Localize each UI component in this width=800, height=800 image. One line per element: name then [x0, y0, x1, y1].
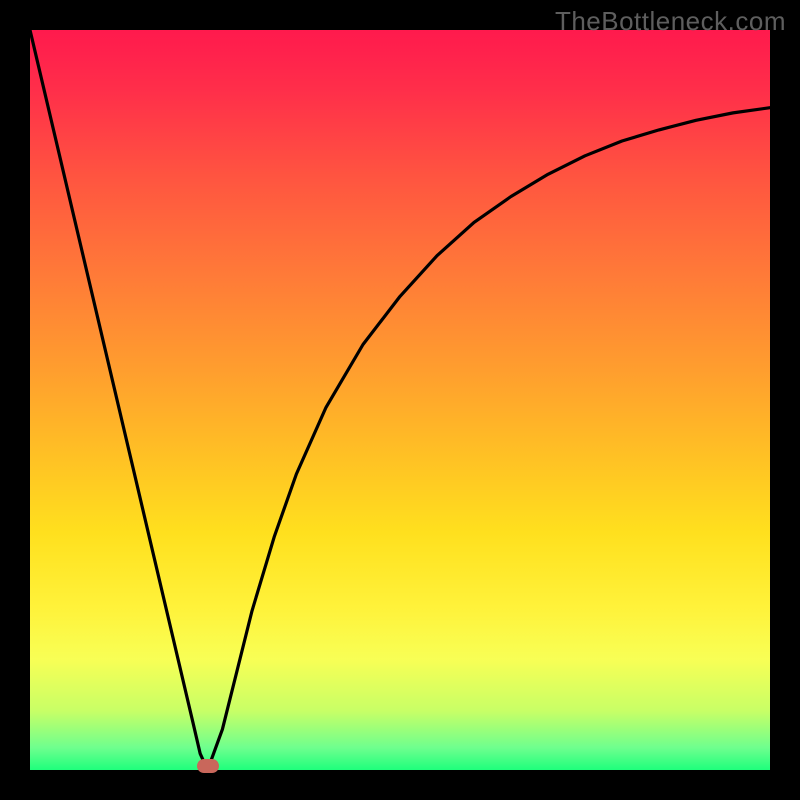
chart-plot-area — [30, 30, 770, 770]
bottleneck-curve — [30, 30, 770, 770]
optimum-marker — [197, 759, 219, 773]
watermark-text: TheBottleneck.com — [555, 6, 786, 37]
